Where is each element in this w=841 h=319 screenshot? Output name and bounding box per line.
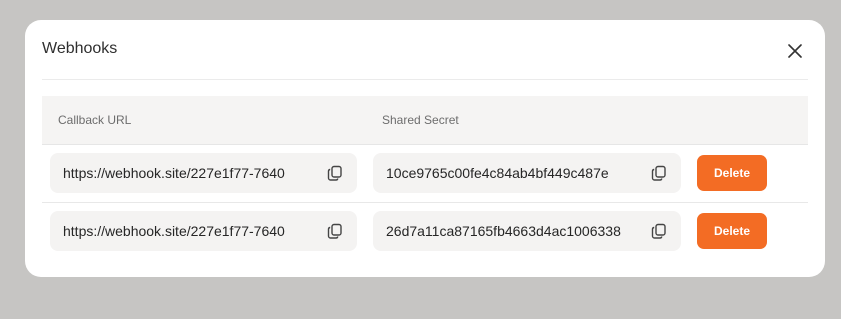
shared-secret-field[interactable]: 10ce9765c00fe4c84ab4bf449c487e [373,153,681,193]
copy-icon[interactable] [650,222,668,240]
webhooks-table: Callback URL Shared Secret https://webho… [42,96,808,260]
copy-icon[interactable] [326,222,344,240]
shared-secret-field[interactable]: 26d7a11ca87165fb4663d4ac1006338 [373,211,681,251]
webhooks-modal: Webhooks Callback URL Shared Secret http… [25,20,825,277]
close-icon [788,44,802,58]
table-header: Callback URL Shared Secret [42,96,808,145]
callback-url-value: https://webhook.site/227e1f77-7640 [63,165,285,181]
shared-secret-value: 26d7a11ca87165fb4663d4ac1006338 [386,223,621,239]
copy-icon[interactable] [326,164,344,182]
modal-title: Webhooks [42,40,118,57]
table-row: https://webhook.site/227e1f77-7640 10ce9… [42,145,808,203]
copy-icon[interactable] [650,164,668,182]
table-row: https://webhook.site/227e1f77-7640 26d7a… [42,203,808,260]
callback-url-value: https://webhook.site/227e1f77-7640 [63,223,285,239]
close-button[interactable] [785,41,805,61]
callback-url-field[interactable]: https://webhook.site/227e1f77-7640 [50,211,357,251]
delete-button[interactable]: Delete [697,155,767,191]
shared-secret-value: 10ce9765c00fe4c84ab4bf449c487e [386,165,609,181]
divider [42,79,808,80]
column-header-shared-secret: Shared Secret [382,113,459,127]
column-header-callback-url: Callback URL [58,113,132,127]
callback-url-field[interactable]: https://webhook.site/227e1f77-7640 [50,153,357,193]
delete-button[interactable]: Delete [697,213,767,249]
